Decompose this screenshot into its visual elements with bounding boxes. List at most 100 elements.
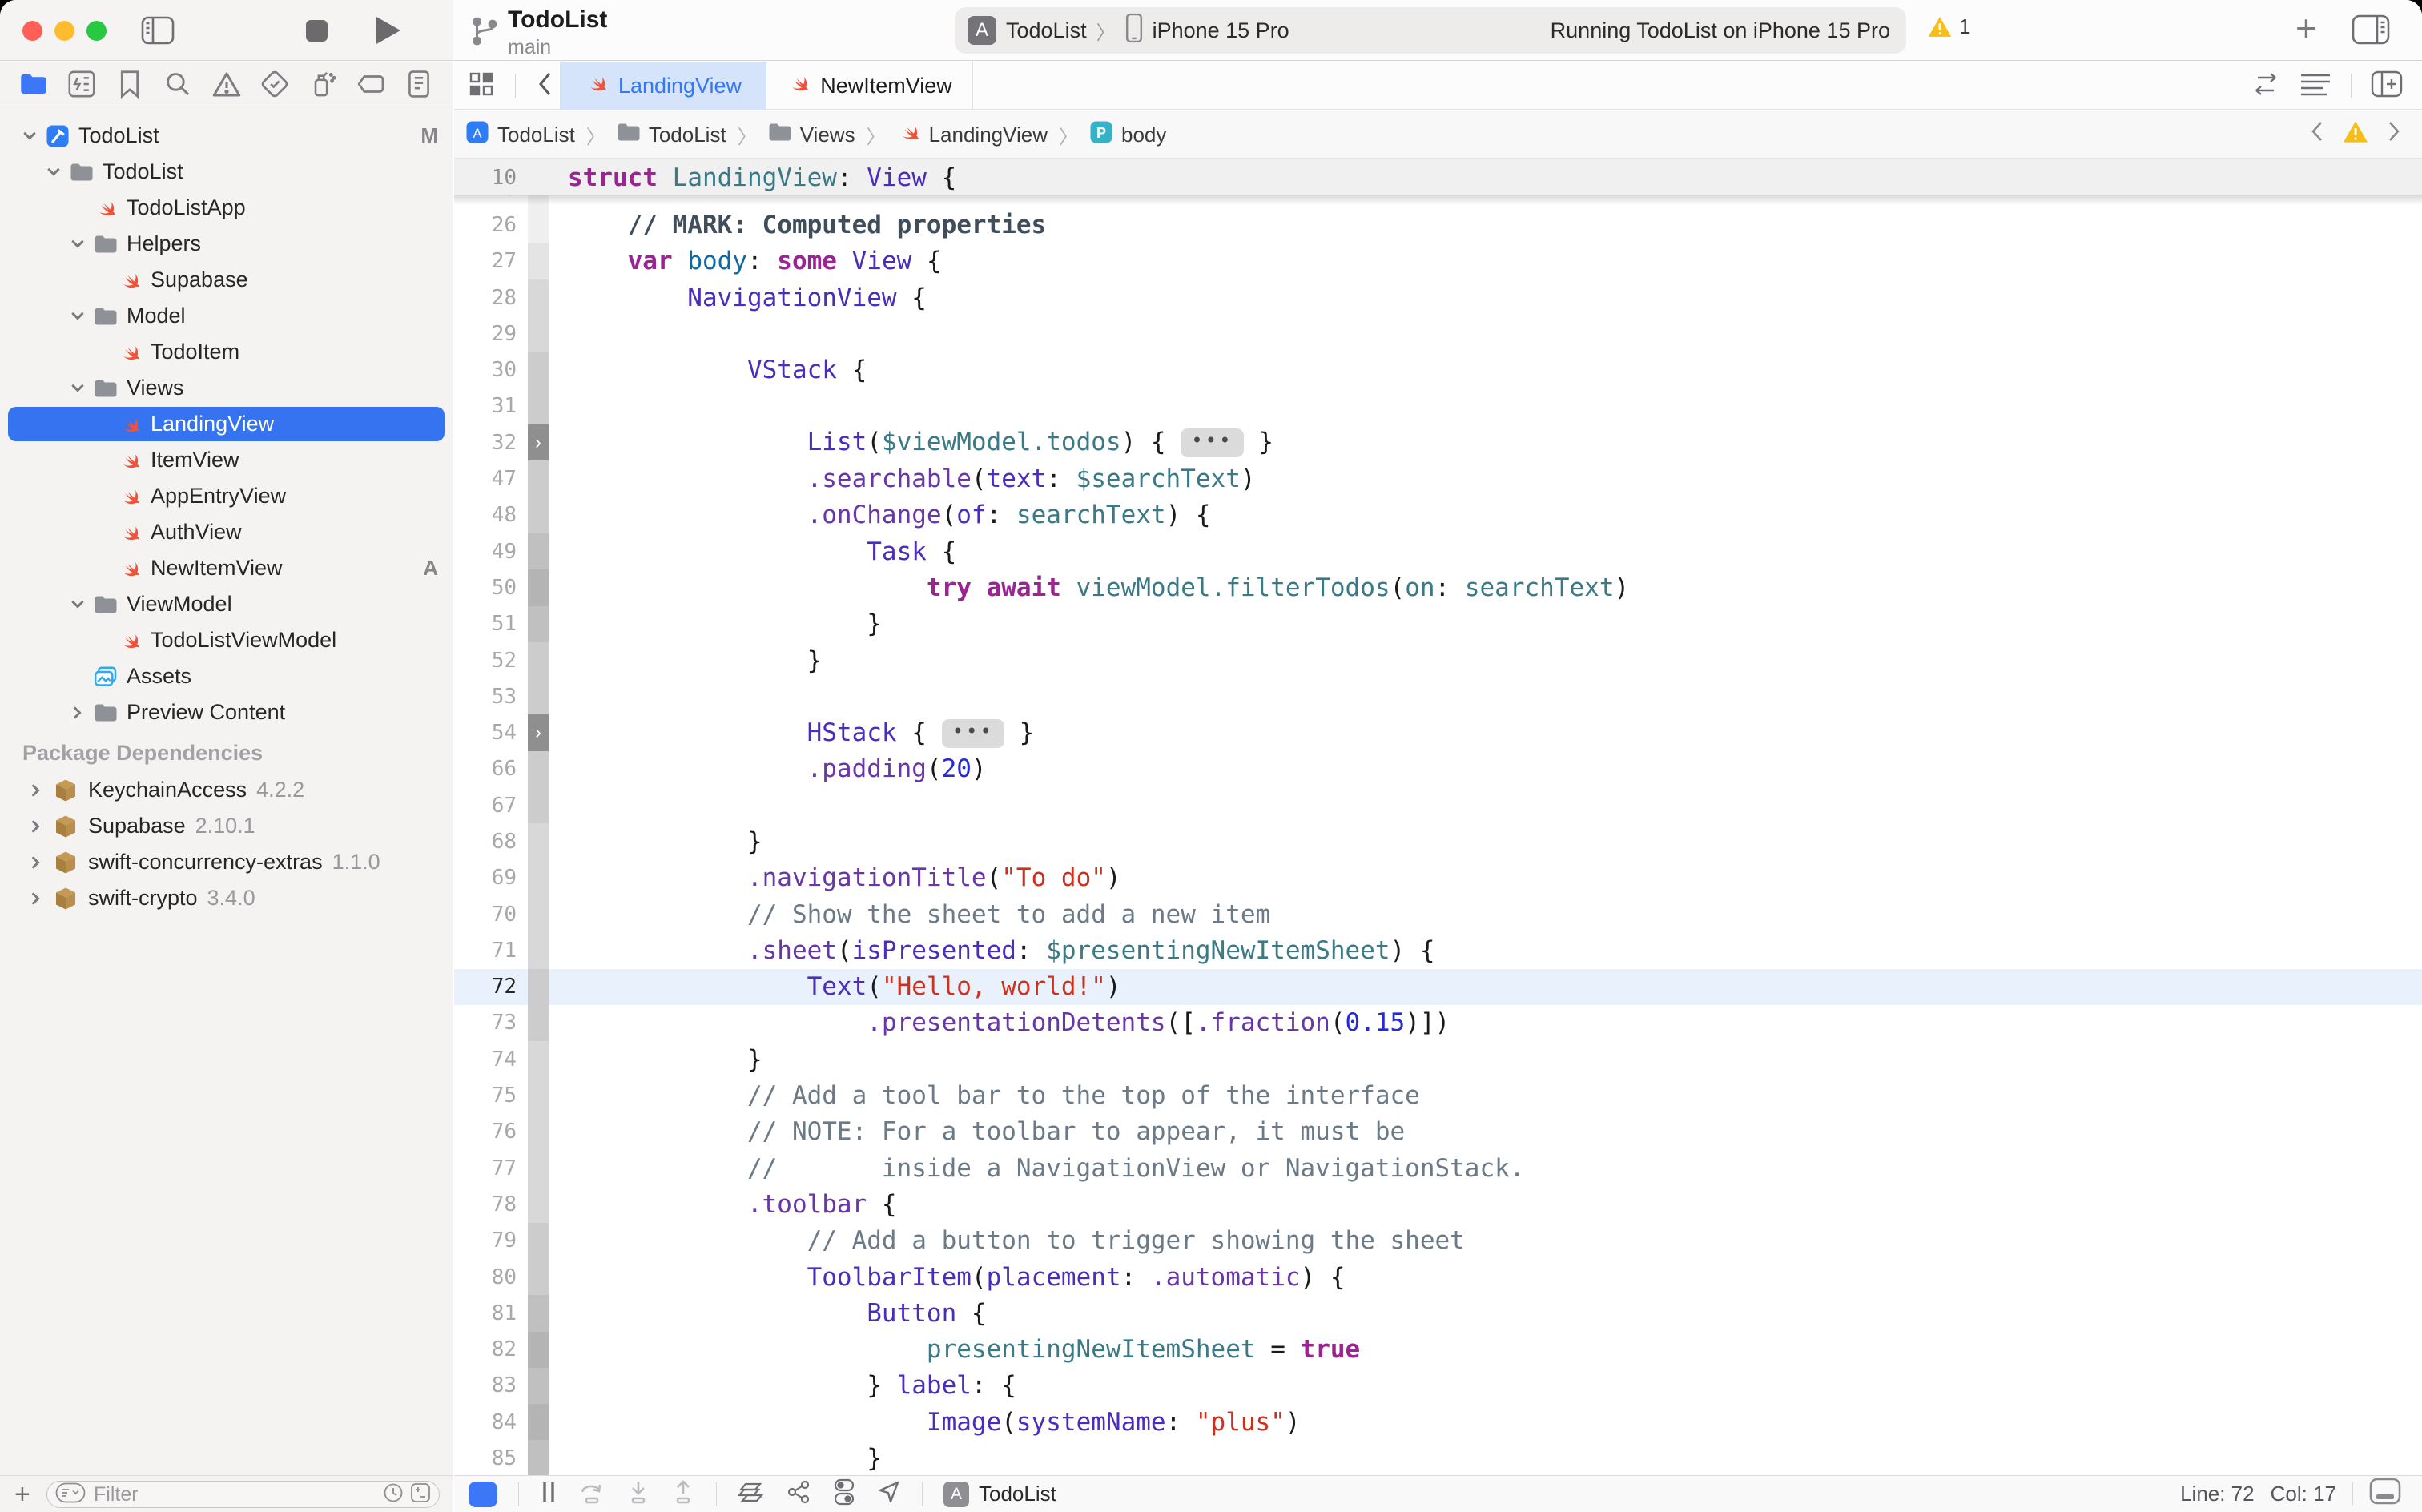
code-line-71[interactable]: 71.sheet(isPresented: $presentingNewItem… bbox=[454, 932, 2422, 968]
file-row-todolist[interactable]: TodoListM bbox=[0, 118, 453, 154]
adjust-editor-icon[interactable] bbox=[2299, 72, 2331, 100]
disclosure-closed-icon[interactable] bbox=[27, 818, 45, 835]
fold-ribbon[interactable] bbox=[528, 388, 549, 424]
fold-ribbon[interactable] bbox=[528, 787, 549, 823]
fold-ribbon[interactable] bbox=[528, 1114, 549, 1150]
disclosure-closed-icon[interactable] bbox=[27, 854, 45, 871]
disclosure-closed-icon[interactable] bbox=[27, 890, 45, 907]
project-navigator-icon[interactable] bbox=[16, 66, 51, 102]
code-line-82[interactable]: 82presentingNewItemSheet = true bbox=[454, 1332, 2422, 1368]
disclosure-open-icon[interactable] bbox=[69, 308, 86, 325]
code-line-32[interactable]: 32›List($viewModel.todos) { ••• } bbox=[454, 424, 2422, 460]
code-line-69[interactable]: 69.navigationTitle("To do") bbox=[454, 860, 2422, 896]
code-line-76[interactable]: 76// NOTE: For a toolbar to appear, it m… bbox=[454, 1114, 2422, 1150]
toggle-navigator-icon[interactable] bbox=[141, 16, 175, 49]
fold-ribbon[interactable]: › bbox=[528, 424, 549, 460]
disclosure-open-icon[interactable] bbox=[69, 596, 86, 613]
code-line-83[interactable]: 83} label: { bbox=[454, 1368, 2422, 1404]
sticky-code-line[interactable]: 10struct LandingView: View { bbox=[454, 159, 956, 195]
stop-button[interactable] bbox=[306, 20, 328, 42]
disclosure-closed-icon[interactable] bbox=[69, 704, 86, 722]
code-line-50[interactable]: 50try await viewModel.filterTodos(on: se… bbox=[454, 569, 2422, 605]
code-line-68[interactable]: 68} bbox=[454, 823, 2422, 859]
code-line-52[interactable]: 52} bbox=[454, 642, 2422, 678]
file-row-landingview[interactable]: LandingView bbox=[0, 406, 453, 442]
disclosure-closed-icon[interactable] bbox=[27, 782, 45, 799]
code-line-30[interactable]: 30VStack { bbox=[454, 352, 2422, 388]
fold-ribbon[interactable] bbox=[528, 896, 549, 932]
code-line-72[interactable]: 72Text("Hello, world!") bbox=[454, 969, 2422, 1005]
fold-ribbon[interactable] bbox=[528, 1368, 549, 1404]
code-line-73[interactable]: 73.presentationDetents([.fraction(0.15)]… bbox=[454, 1005, 2422, 1041]
file-row-todolist[interactable]: TodoList bbox=[0, 154, 453, 190]
disclosure-open-icon[interactable] bbox=[69, 235, 86, 253]
code-review-icon[interactable] bbox=[2251, 73, 2280, 99]
file-row-todoitem[interactable]: TodoItem bbox=[0, 334, 453, 370]
fold-ribbon[interactable] bbox=[528, 243, 549, 279]
code-line-53[interactable]: 53 bbox=[454, 678, 2422, 714]
file-row-newitemview[interactable]: NewItemViewA bbox=[0, 550, 453, 586]
breakpoints-toggle-button[interactable] bbox=[469, 1482, 497, 1507]
file-row-authview[interactable]: AuthView bbox=[0, 514, 453, 550]
toggle-inspector-icon[interactable] bbox=[2352, 14, 2390, 49]
code-line-67[interactable]: 67 bbox=[454, 787, 2422, 823]
filter-input[interactable]: Filter bbox=[46, 1481, 440, 1508]
breadcrumb[interactable]: ATodoList〉TodoList〉Views〉LandingView〉Pbo… bbox=[465, 111, 1166, 159]
code-line-81[interactable]: 81Button { bbox=[454, 1295, 2422, 1331]
fold-ribbon[interactable] bbox=[528, 1223, 549, 1259]
fold-ribbon[interactable] bbox=[528, 751, 549, 787]
fold-ribbon[interactable] bbox=[528, 642, 549, 678]
breadcrumb-item-landingview[interactable]: LandingView bbox=[897, 120, 1048, 150]
issue-warning-icon[interactable] bbox=[2342, 119, 2369, 151]
fold-ribbon[interactable] bbox=[528, 497, 549, 533]
disclosure-open-icon[interactable] bbox=[45, 163, 62, 181]
code-line-47[interactable]: 47.searchable(text: $searchText) bbox=[454, 460, 2422, 497]
file-row-assets[interactable]: Assets bbox=[0, 658, 453, 694]
fold-ribbon[interactable] bbox=[528, 823, 549, 859]
pause-execution-icon[interactable] bbox=[540, 1480, 557, 1508]
code-line-27[interactable]: 27var body: some View { bbox=[454, 243, 2422, 279]
package-row-swift-concurrency-extras[interactable]: swift-concurrency-extras1.1.0 bbox=[0, 844, 453, 880]
file-row-preview-content[interactable]: Preview Content bbox=[0, 694, 453, 730]
breadcrumb-item-todolist[interactable]: ATodoList bbox=[465, 120, 575, 150]
fold-ribbon[interactable] bbox=[528, 1404, 549, 1440]
memory-graph-icon[interactable] bbox=[786, 1479, 811, 1509]
tests-navigator-icon[interactable] bbox=[257, 66, 292, 102]
fold-ribbon[interactable] bbox=[528, 932, 549, 968]
fold-ribbon[interactable] bbox=[528, 569, 549, 605]
fold-ribbon[interactable] bbox=[528, 1259, 549, 1295]
previous-issue-icon[interactable] bbox=[2310, 120, 2324, 149]
view-hierarchy-icon[interactable] bbox=[738, 1479, 765, 1509]
code-line-51[interactable]: 51} bbox=[454, 606, 2422, 642]
code-fold-ellipsis[interactable]: ••• bbox=[942, 719, 1004, 748]
package-row-keychainaccess[interactable]: KeychainAccess4.2.2 bbox=[0, 772, 453, 808]
related-items-icon[interactable] bbox=[469, 71, 494, 101]
breadcrumb-item-views[interactable]: Views bbox=[768, 123, 855, 147]
fold-ribbon[interactable] bbox=[528, 1295, 549, 1331]
fold-ribbon[interactable] bbox=[528, 316, 549, 352]
package-row-swift-crypto[interactable]: swift-crypto3.4.0 bbox=[0, 880, 453, 916]
fold-ribbon[interactable] bbox=[528, 1440, 549, 1475]
disclosure-open-icon[interactable] bbox=[21, 127, 38, 145]
disclosure-open-icon[interactable] bbox=[69, 380, 86, 397]
file-row-views[interactable]: Views bbox=[0, 370, 453, 406]
code-line-29[interactable]: 29 bbox=[454, 316, 2422, 352]
run-button[interactable] bbox=[376, 17, 400, 44]
fold-ribbon[interactable] bbox=[528, 678, 549, 714]
debug-navigator-icon[interactable] bbox=[305, 66, 340, 102]
add-editor-icon[interactable] bbox=[2371, 70, 2403, 102]
code-line-77[interactable]: 77// inside a NavigationView or Navigati… bbox=[454, 1150, 2422, 1186]
fold-ribbon[interactable] bbox=[528, 1186, 549, 1222]
step-out-icon[interactable] bbox=[671, 1479, 695, 1509]
minimize-window-button[interactable] bbox=[54, 21, 74, 41]
file-row-itemview[interactable]: ItemView bbox=[0, 442, 453, 478]
breadcrumb-item-body[interactable]: Pbody bbox=[1089, 120, 1166, 150]
toggle-debug-area-icon[interactable] bbox=[2369, 1478, 2401, 1510]
run-destination[interactable]: iPhone 15 Pro bbox=[1153, 18, 1289, 43]
code-line-70[interactable]: 70// Show the sheet to add a new item bbox=[454, 896, 2422, 932]
file-row-helpers[interactable]: Helpers bbox=[0, 226, 453, 262]
fold-ribbon[interactable] bbox=[528, 159, 549, 195]
fold-ribbon[interactable]: › bbox=[528, 714, 549, 750]
close-window-button[interactable] bbox=[22, 21, 42, 41]
code-line-66[interactable]: 66.padding(20) bbox=[454, 751, 2422, 787]
